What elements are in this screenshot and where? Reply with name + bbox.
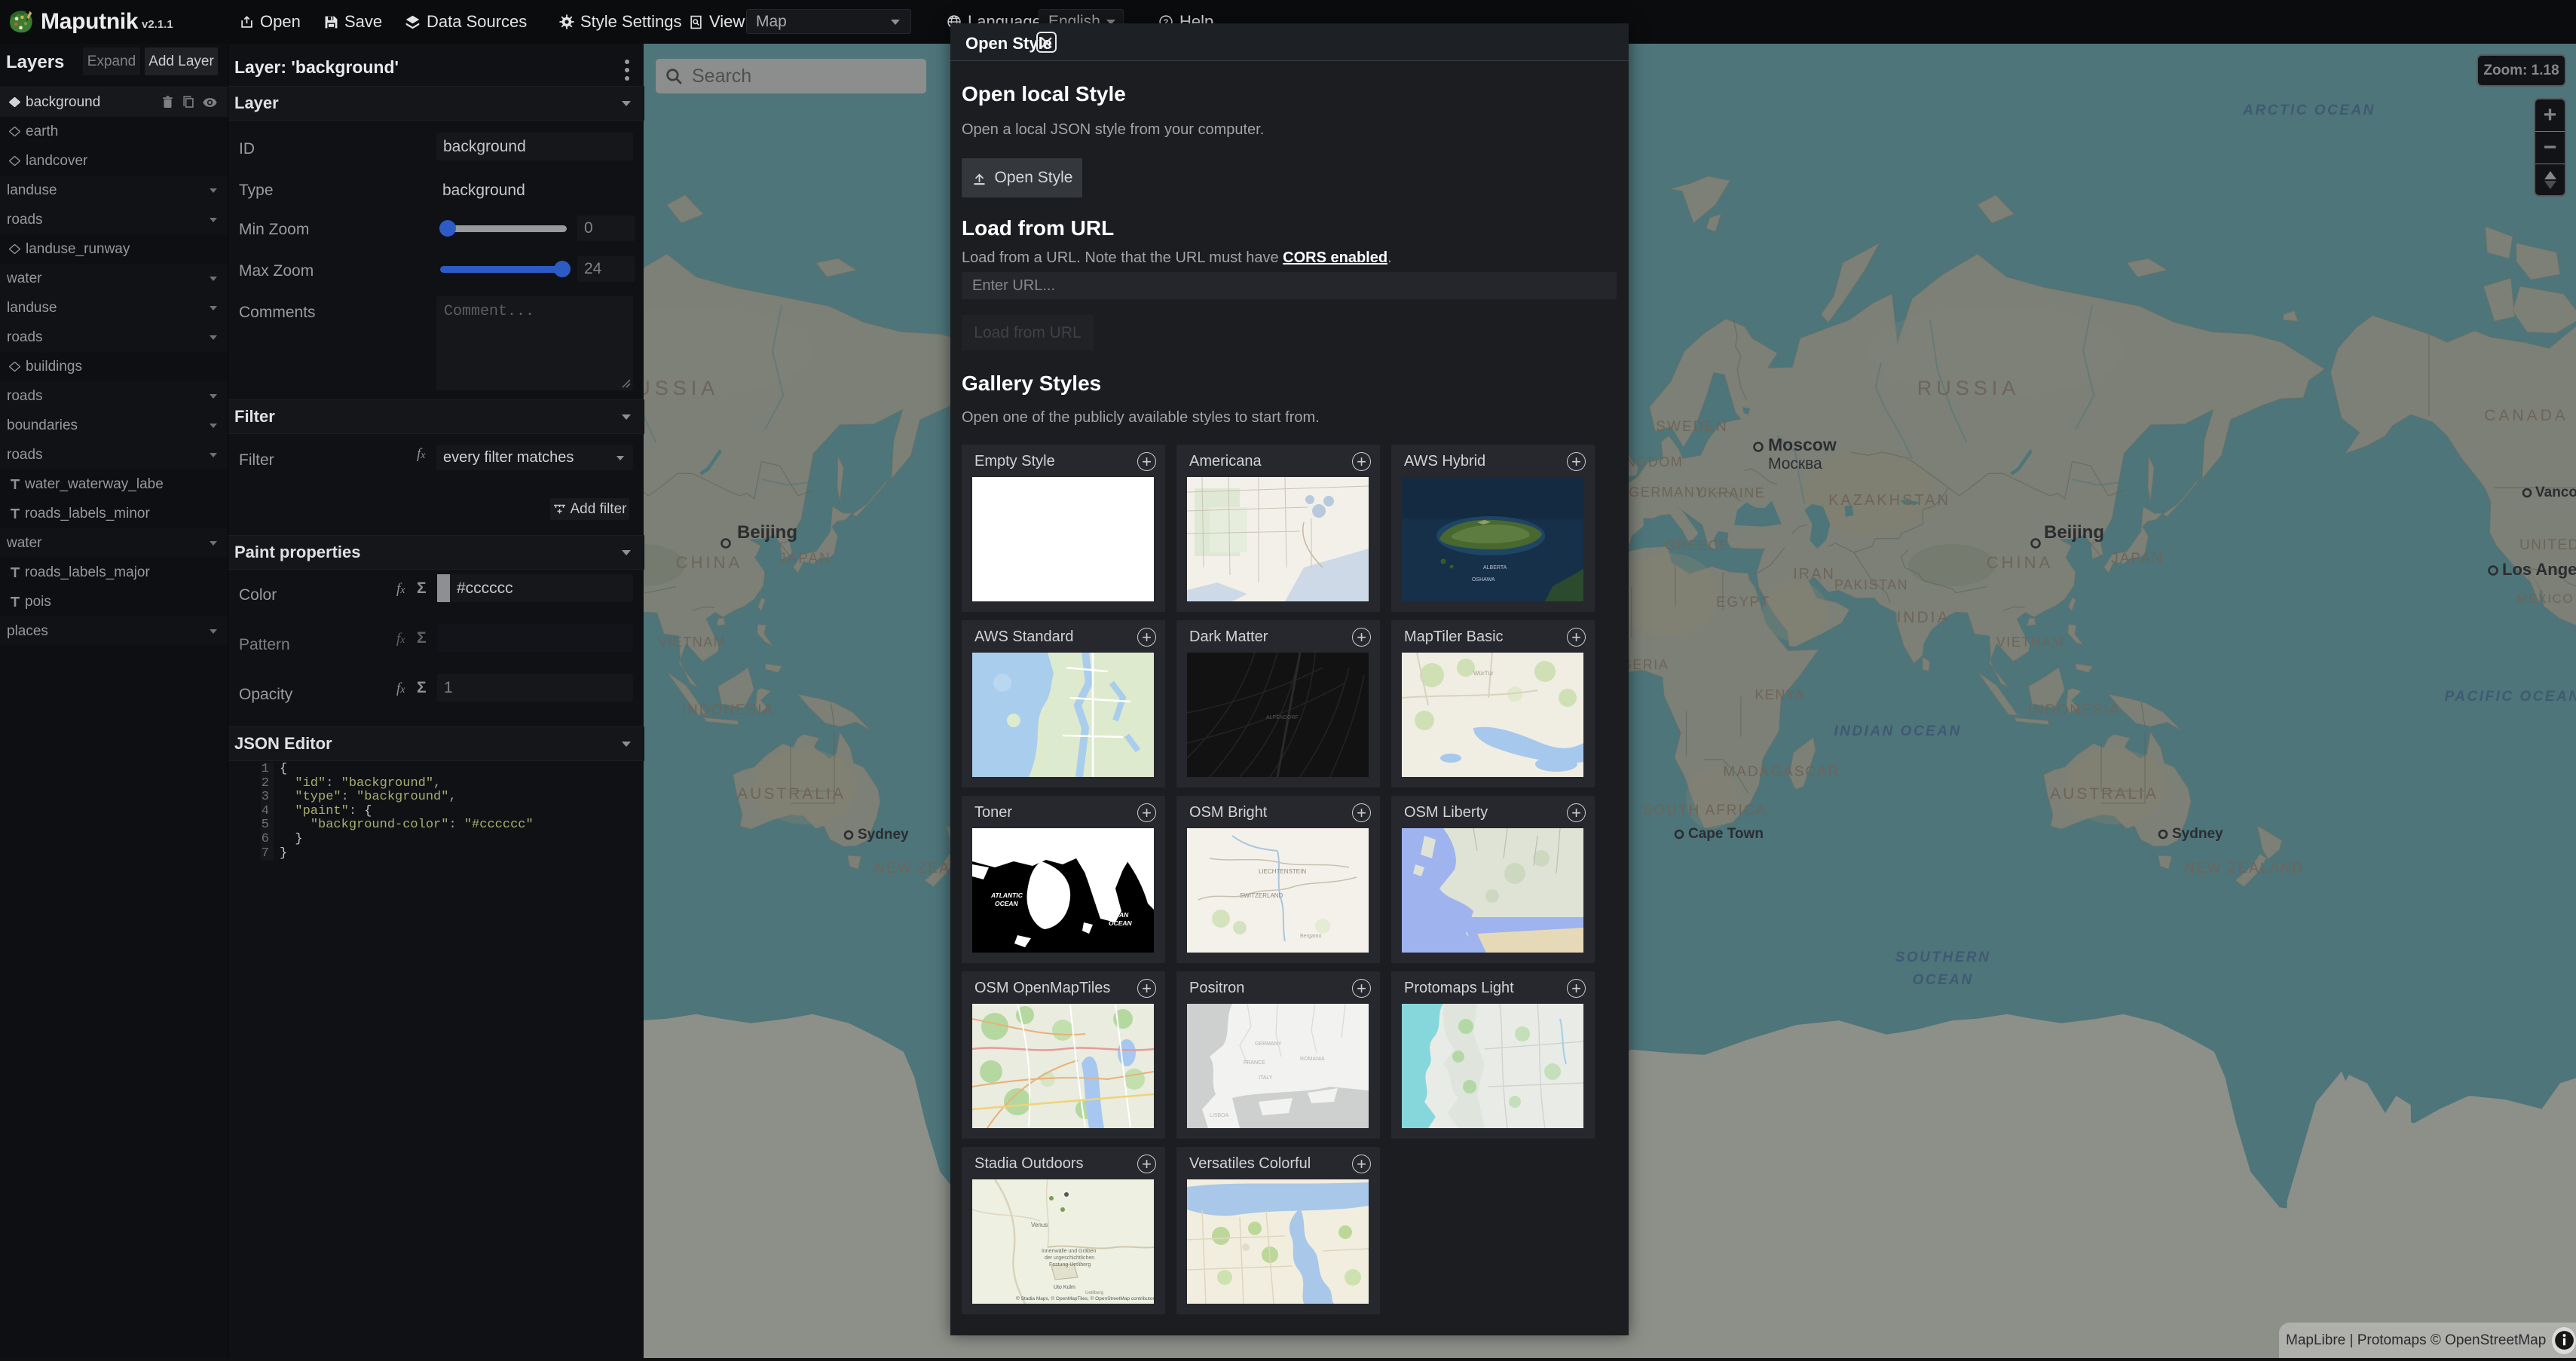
svg-text:Festung Uetliberg: Festung Uetliberg xyxy=(1049,1262,1091,1268)
svg-text:INDIAN OCEAN: INDIAN OCEAN xyxy=(1834,723,1961,739)
svg-text:© Stadia Maps, © OpenMapTiles,: © Stadia Maps, © OpenMapTiles, © OpenStr… xyxy=(1016,1295,1154,1301)
svg-text:CANADA: CANADA xyxy=(2484,407,2568,424)
svg-text:LIECHTENSTEIN: LIECHTENSTEIN xyxy=(1259,868,1306,875)
svg-text:JAPAN: JAPAN xyxy=(779,551,831,567)
svg-text:Москва: Москва xyxy=(1768,455,1822,473)
svg-text:GERMANY: GERMANY xyxy=(1629,485,1706,500)
svg-text:Uto Kulm: Uto Kulm xyxy=(1054,1285,1075,1290)
svg-text:UKRAINE: UKRAINE xyxy=(1697,485,1766,500)
svg-text:LISBOA: LISBOA xyxy=(1210,1113,1229,1118)
svg-text:PAKISTAN: PAKISTAN xyxy=(1834,577,1908,592)
svg-text:RUSSIA: RUSSIA xyxy=(1917,377,2021,399)
svg-text:FRANCE: FRANCE xyxy=(1244,1060,1265,1066)
svg-text:Moscow: Moscow xyxy=(1768,435,1837,454)
svg-text:EGYPT: EGYPT xyxy=(1716,595,1770,610)
svg-text:INDONESIA: INDONESIA xyxy=(2028,702,2121,718)
svg-text:Bergamo: Bergamo xyxy=(1300,934,1322,939)
svg-text:ALBERTA: ALBERTA xyxy=(1483,565,1507,570)
svg-text:CHINA: CHINA xyxy=(1987,553,2053,572)
svg-text:GERMANY: GERMANY xyxy=(1255,1041,1282,1047)
svg-text:SOUTHERN: SOUTHERN xyxy=(1895,950,1991,965)
svg-text:NEW ZEALAND: NEW ZEALAND xyxy=(2184,861,2304,876)
svg-text:UNITED ST: UNITED ST xyxy=(2519,537,2576,553)
svg-text:ITALY: ITALY xyxy=(1259,1075,1273,1081)
svg-text:Innenwälle und Gräben: Innenwälle und Gräben xyxy=(1042,1249,1096,1254)
svg-text:SOUTH AFRICA: SOUTH AFRICA xyxy=(1643,803,1767,818)
svg-text:Uetliberg: Uetliberg xyxy=(1085,1291,1103,1295)
svg-text:Sydney: Sydney xyxy=(858,827,909,843)
svg-text:ARCTIC OCEAN: ARCTIC OCEAN xyxy=(2242,102,2376,118)
svg-text:KENYA: KENYA xyxy=(1755,687,1805,702)
svg-text:AUSTRALIA: AUSTRALIA xyxy=(737,785,846,803)
svg-text:JAPAN: JAPAN xyxy=(2111,551,2164,567)
svg-text:OCEAN: OCEAN xyxy=(1109,919,1133,927)
svg-text:SWEDEN: SWEDEN xyxy=(1656,419,1727,435)
svg-text:der urgeschichtlichen: der urgeschichtlichen xyxy=(1045,1255,1094,1261)
svg-text:GREECE: GREECE xyxy=(1665,538,1729,553)
svg-text:SWITZERLAND: SWITZERLAND xyxy=(1240,892,1283,899)
svg-text:CHINA: CHINA xyxy=(676,553,742,572)
svg-text:Cape Town: Cape Town xyxy=(1688,826,1764,842)
svg-text:Beijing: Beijing xyxy=(737,522,797,543)
svg-text:Beijing: Beijing xyxy=(2044,522,2104,543)
svg-text:Vancouver: Vancouver xyxy=(2535,485,2576,500)
svg-text:INDIAN: INDIAN xyxy=(1106,911,1129,919)
svg-text:ROMANIA: ROMANIA xyxy=(1300,1057,1325,1062)
svg-text:OCEAN: OCEAN xyxy=(1912,972,1973,988)
svg-text:KAZAKHSTAN: KAZAKHSTAN xyxy=(1828,492,1950,509)
svg-text:PACIFIC OCEAN: PACIFIC OCEAN xyxy=(2445,689,2576,705)
svg-text:MADAGASCAR: MADAGASCAR xyxy=(1723,764,1840,780)
svg-text:Venus: Venus xyxy=(1031,1222,1048,1228)
svg-text:WürTür: WürTür xyxy=(1473,670,1494,677)
svg-text:OSHAWA: OSHAWA xyxy=(1472,577,1495,583)
svg-text:Sydney: Sydney xyxy=(2172,826,2223,842)
svg-text:Los Angeles: Los Angeles xyxy=(2502,560,2576,579)
svg-text:VIETNAM: VIETNAM xyxy=(658,635,727,650)
svg-text:AUSTRALIA: AUSTRALIA xyxy=(2050,785,2158,803)
svg-text:VIETNAM: VIETNAM xyxy=(1996,635,2065,650)
svg-text:RUSSIA: RUSSIA xyxy=(644,377,719,399)
svg-text:ATLANTIC: ATLANTIC xyxy=(990,892,1023,899)
svg-text:MEXICO: MEXICO xyxy=(2516,592,2574,606)
svg-text:INDONESIA: INDONESIA xyxy=(682,702,775,718)
svg-text:OCEAN: OCEAN xyxy=(995,900,1019,907)
svg-text:IRAN: IRAN xyxy=(1793,566,1835,583)
svg-text:ALPENDORF: ALPENDORF xyxy=(1266,715,1299,720)
svg-text:INDIA: INDIA xyxy=(1896,609,1950,626)
